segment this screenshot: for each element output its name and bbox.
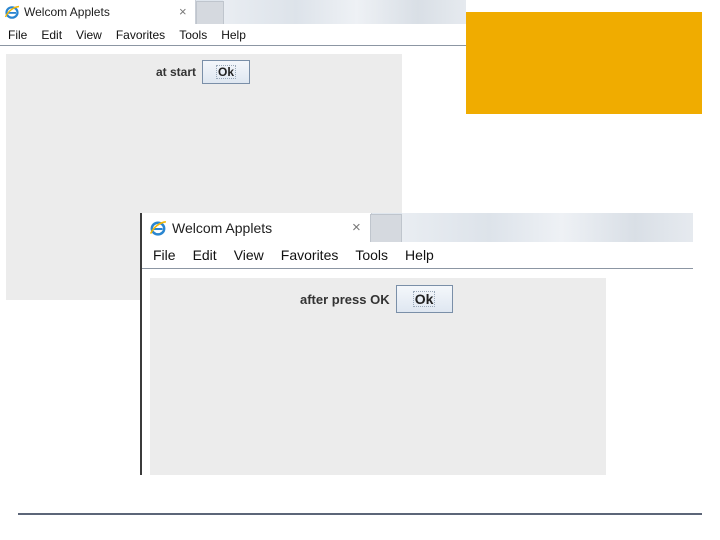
menu-help[interactable]: Help [221, 28, 246, 42]
applet-row: after press OK Ok [300, 285, 453, 313]
ok-button-label: Ok [216, 65, 237, 79]
ok-button[interactable]: Ok [202, 60, 251, 84]
internet-explorer-icon [4, 4, 20, 20]
close-icon[interactable]: × [179, 4, 187, 19]
menu-help[interactable]: Help [405, 247, 434, 263]
menu-favorites[interactable]: Favorites [116, 28, 165, 42]
tab-bar: Welcom Applets × [0, 0, 466, 24]
menu-bar: File Edit View Favorites Tools Help [142, 242, 693, 269]
menu-favorites[interactable]: Favorites [281, 247, 339, 263]
ok-button[interactable]: Ok [395, 285, 453, 313]
orange-decorative-block [466, 12, 702, 114]
tab-bar: Welcom Applets × [142, 213, 693, 242]
new-tab-button[interactable] [196, 1, 224, 24]
menu-edit[interactable]: Edit [41, 28, 62, 42]
new-tab-button[interactable] [370, 214, 402, 242]
close-icon[interactable]: × [352, 219, 361, 236]
tab-title: Welcom Applets [24, 5, 110, 19]
tab-bar-background [223, 0, 466, 24]
menu-tools[interactable]: Tools [355, 247, 388, 263]
applet-panel: after press OK Ok [150, 278, 606, 475]
divider-line [18, 513, 702, 515]
status-label: after press OK [300, 291, 390, 307]
menu-file[interactable]: File [8, 28, 27, 42]
browser-window-after-press: Welcom Applets × File Edit View Favorite… [140, 213, 693, 475]
menu-view[interactable]: View [76, 28, 102, 42]
tab-title: Welcom Applets [172, 219, 273, 236]
menu-view[interactable]: View [234, 247, 264, 263]
menu-file[interactable]: File [153, 247, 176, 263]
browser-tab[interactable]: Welcom Applets × [0, 0, 196, 24]
tab-bar-background [402, 213, 693, 242]
ok-button-label: Ok [412, 291, 436, 307]
menu-tools[interactable]: Tools [179, 28, 207, 42]
menu-edit[interactable]: Edit [193, 247, 217, 263]
menu-bar: File Edit View Favorites Tools Help [0, 24, 466, 46]
internet-explorer-icon [149, 219, 167, 237]
status-label: at start [156, 65, 197, 79]
applet-row: at start Ok [156, 60, 251, 84]
browser-tab[interactable]: Welcom Applets × [142, 213, 372, 242]
